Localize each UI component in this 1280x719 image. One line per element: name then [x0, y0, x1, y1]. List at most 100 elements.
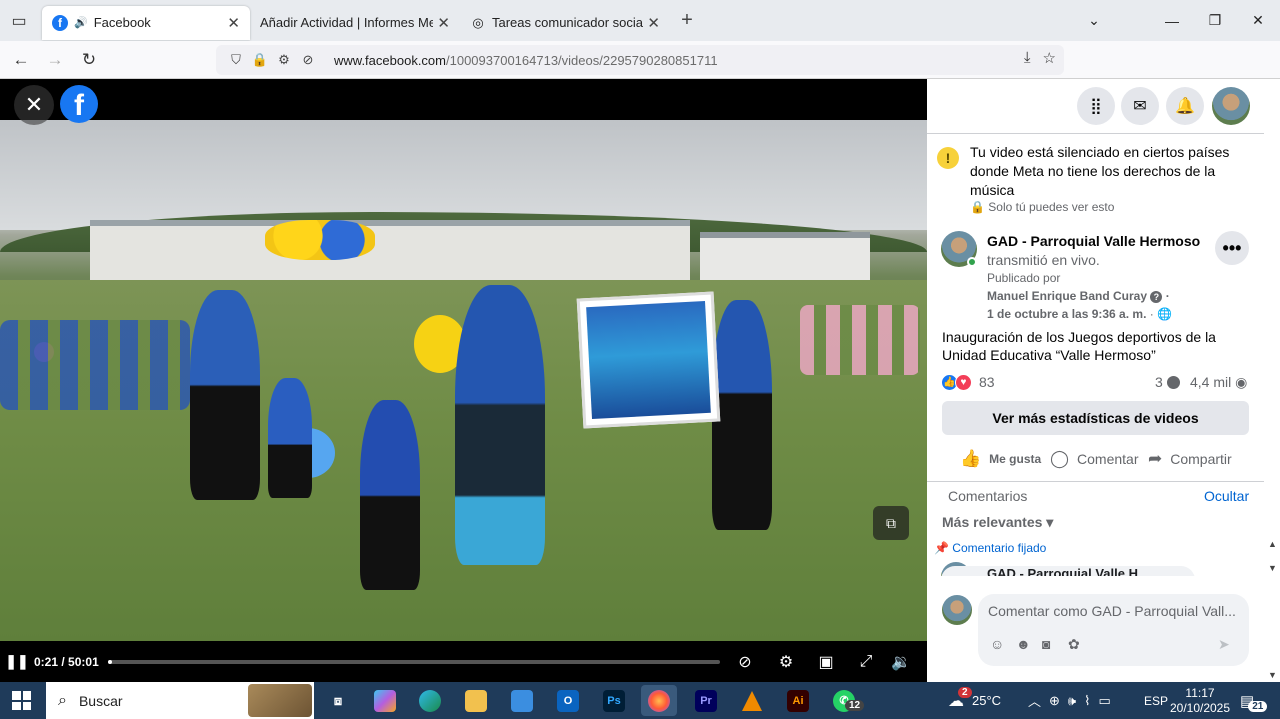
maximize-button[interactable]: ❐ [1193, 0, 1237, 41]
network-icon[interactable]: ▭ [1098, 693, 1110, 709]
wifi-icon[interactable]: ⌇ [1084, 693, 1090, 709]
new-tab-button[interactable]: + [670, 9, 704, 32]
media-blocked-icon[interactable]: ⊘ [296, 52, 320, 68]
comment-button[interactable]: ◯ Comentar [1050, 441, 1139, 477]
love-reaction-icon[interactable]: ♥ [955, 374, 972, 391]
firefox-icon[interactable] [641, 685, 677, 716]
comment-composer[interactable]: Comentar como GAD - Parroquial Vall... ☺… [978, 594, 1249, 666]
like-button[interactable]: 👍 Me gusta [960, 441, 1041, 477]
comments-heading: Comentarios [948, 488, 1028, 504]
hide-comments-link[interactable]: Ocultar [1204, 488, 1249, 504]
back-button[interactable]: ← [4, 43, 38, 77]
panel-scroll-down-arrow[interactable]: ▼ [1265, 668, 1280, 682]
sonic-banner [576, 291, 721, 429]
more-options-button[interactable]: ••• [1215, 231, 1249, 265]
video-frame[interactable]: ⧉ [0, 120, 927, 641]
muted-notice-text: Tu video está silenciado en ciertos país… [970, 144, 1230, 198]
fullscreen-icon[interactable]: ⤢ [855, 651, 877, 673]
video-player[interactable]: ⧉ ✕ f ❚❚ 0:21 / 50:01 ⊘ ⚙ ▣ ⤢ 🔉 [0, 79, 927, 682]
forward-button[interactable]: → [38, 43, 72, 77]
minimize-button[interactable]: — [1150, 0, 1194, 41]
illustrator-icon[interactable]: Ai [780, 685, 816, 716]
avatar-sticker-icon[interactable]: ☺ [990, 636, 1004, 652]
miniplayer-icon[interactable]: ▣ [815, 651, 837, 673]
save-page-icon[interactable]: ⤓ [1024, 49, 1031, 67]
tab-informes[interactable]: Añadir Actividad | Informes Mensua ✕ [250, 6, 460, 40]
address-bar[interactable]: ⛉ 🔒 ⚙ ⊘ www.facebook.com/100093700164713… [216, 45, 1064, 75]
list-all-tabs-icon[interactable]: ⌄ [1072, 0, 1116, 41]
facebook-favicon-icon: f [52, 14, 68, 31]
microsoft-store-icon[interactable] [504, 685, 540, 716]
clock[interactable]: 11:17 20/10/2025 [1170, 682, 1230, 719]
sticker-icon[interactable]: ✿ [1068, 636, 1080, 653]
picture-in-picture-button[interactable]: ⧉ [873, 506, 909, 540]
vlc-icon[interactable] [734, 685, 770, 716]
page-name-link[interactable]: GAD - Parroquial Valle Hermoso [987, 233, 1200, 249]
close-window-button[interactable]: ✕ [1236, 0, 1280, 41]
premiere-icon[interactable]: Pr [688, 685, 724, 716]
views-count[interactable]: 4,4 mil ◉ [1190, 374, 1247, 391]
woman-center [455, 285, 545, 565]
video-stats-button[interactable]: Ver más estadísticas de videos [942, 401, 1249, 435]
volume-icon[interactable]: 🔉 [890, 651, 912, 673]
captions-icon[interactable]: ⊘ [734, 651, 756, 673]
pause-icon[interactable]: ❚❚ [0, 653, 34, 670]
facebook-logo-icon[interactable]: f [60, 85, 98, 123]
emoji-icon[interactable]: ☻ [1016, 636, 1031, 652]
speaker-icon[interactable]: 🔊 [74, 16, 88, 29]
whatsapp-badge: 12 [845, 700, 865, 711]
tab-tareas[interactable]: ◎ Tareas comunicador social GAD ✕ [460, 6, 670, 40]
post-date[interactable]: 1 de octubre a las 9:36 a. m. · 🌐 [987, 307, 1172, 321]
woman-right [712, 300, 772, 530]
permissions-icon[interactable]: ⚙ [272, 52, 296, 68]
info-icon[interactable]: ? [1150, 291, 1163, 303]
chevron-up-icon[interactable]: ︿ [1028, 691, 1041, 710]
menu-grid-icon[interactable]: ⣿ [1077, 87, 1115, 125]
messenger-icon[interactable]: ✉ [1121, 87, 1159, 125]
close-tab-icon[interactable]: ✕ [437, 14, 450, 32]
edge-icon[interactable] [412, 685, 448, 716]
share-button[interactable]: ➦ Compartir [1148, 441, 1232, 477]
weather-widget[interactable]: ☁ 25°C [948, 682, 1001, 719]
reactions-count[interactable]: 83 [979, 374, 995, 390]
author-name[interactable]: Manuel Enrique Band Curay ? · [987, 289, 1170, 303]
task-view-icon[interactable]: ⧈ [320, 685, 356, 716]
notifications-bell-icon[interactable]: 🔔 [1166, 87, 1204, 125]
sort-comments-dropdown[interactable]: Más relevantes ▾ [942, 514, 1053, 531]
comments-count[interactable]: 3 [1155, 374, 1180, 390]
photoshop-icon[interactable]: Ps [596, 685, 632, 716]
send-icon[interactable]: ➤ [1218, 636, 1230, 653]
warning-icon: ! [937, 147, 959, 169]
close-tab-icon[interactable]: ✕ [647, 14, 660, 32]
scroll-up-arrow[interactable]: ▲ [1265, 537, 1280, 551]
scroll-down-arrow[interactable]: ▼ [1265, 561, 1280, 575]
windows-start-icon[interactable] [12, 691, 31, 710]
tab-facebook[interactable]: f 🔊 Facebook ✕ [42, 5, 250, 40]
meet-icon[interactable]: ⊕ [1049, 693, 1060, 709]
post-description: Inauguración de los Juegos deportivos de… [942, 329, 1216, 363]
video-progress-bar[interactable] [108, 660, 720, 664]
close-video-button[interactable]: ✕ [14, 85, 54, 125]
composer-avatar[interactable] [942, 595, 972, 625]
outlook-icon[interactable]: O [550, 685, 586, 716]
file-explorer-icon[interactable] [458, 685, 494, 716]
video-building [700, 232, 870, 282]
copilot-icon[interactable] [367, 685, 403, 716]
url-text[interactable]: www.facebook.com/100093700164713/videos/… [334, 53, 718, 68]
camera-icon[interactable]: ◙ [1042, 636, 1050, 652]
lock-icon[interactable]: 🔒 [248, 52, 272, 68]
taskbar-search[interactable]: ⌕ Buscar [46, 682, 314, 719]
settings-gear-icon[interactable]: ⚙ [775, 651, 797, 673]
comment-input[interactable]: Comentar como GAD - Parroquial Vall... [988, 603, 1246, 619]
account-avatar[interactable] [1212, 87, 1250, 125]
tab-list-icon[interactable]: ▭ [0, 0, 38, 41]
language-indicator[interactable]: ESP [1144, 682, 1168, 719]
reload-button[interactable]: ↻ [72, 43, 106, 77]
shield-icon[interactable]: ⛉ [224, 52, 248, 68]
close-tab-icon[interactable]: ✕ [227, 14, 240, 32]
comment-icon: ◯ [1050, 449, 1070, 468]
pinned-comment-preview[interactable]: GAD - Parroquial Valle H... [941, 562, 1195, 576]
bookmark-star-icon[interactable]: ☆ [1043, 49, 1056, 67]
notification-center-icon[interactable]: ▤ 21 [1240, 682, 1268, 719]
speaker-tray-icon[interactable]: 🕪 [1068, 693, 1076, 709]
